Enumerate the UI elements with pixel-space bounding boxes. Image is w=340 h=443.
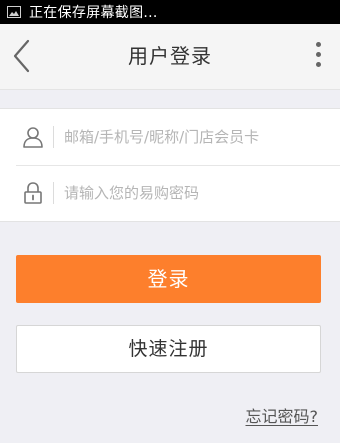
more-dot — [316, 62, 321, 67]
more-vertical-icon — [316, 42, 321, 47]
field-separator — [53, 126, 54, 148]
more-button[interactable] — [312, 42, 326, 72]
image-icon — [7, 6, 21, 18]
lock-icon — [24, 182, 42, 204]
password-row — [0, 165, 340, 221]
login-form — [0, 108, 340, 222]
page-title: 用户登录 — [128, 44, 212, 68]
more-dot — [316, 52, 321, 57]
password-input[interactable] — [64, 178, 326, 208]
login-button[interactable]: 登录 — [16, 255, 321, 303]
status-text: 正在保存屏幕截图... — [29, 5, 158, 21]
user-icon — [23, 127, 43, 148]
field-separator — [53, 182, 54, 204]
status-bar: 正在保存屏幕截图... — [0, 0, 340, 24]
account-row — [0, 109, 340, 165]
nav-bar: 用户登录 — [0, 24, 340, 90]
forgot-password-link[interactable]: 忘记密码? — [246, 403, 319, 427]
account-input[interactable] — [64, 122, 326, 152]
quick-register-button[interactable]: 快速注册 — [16, 325, 321, 373]
